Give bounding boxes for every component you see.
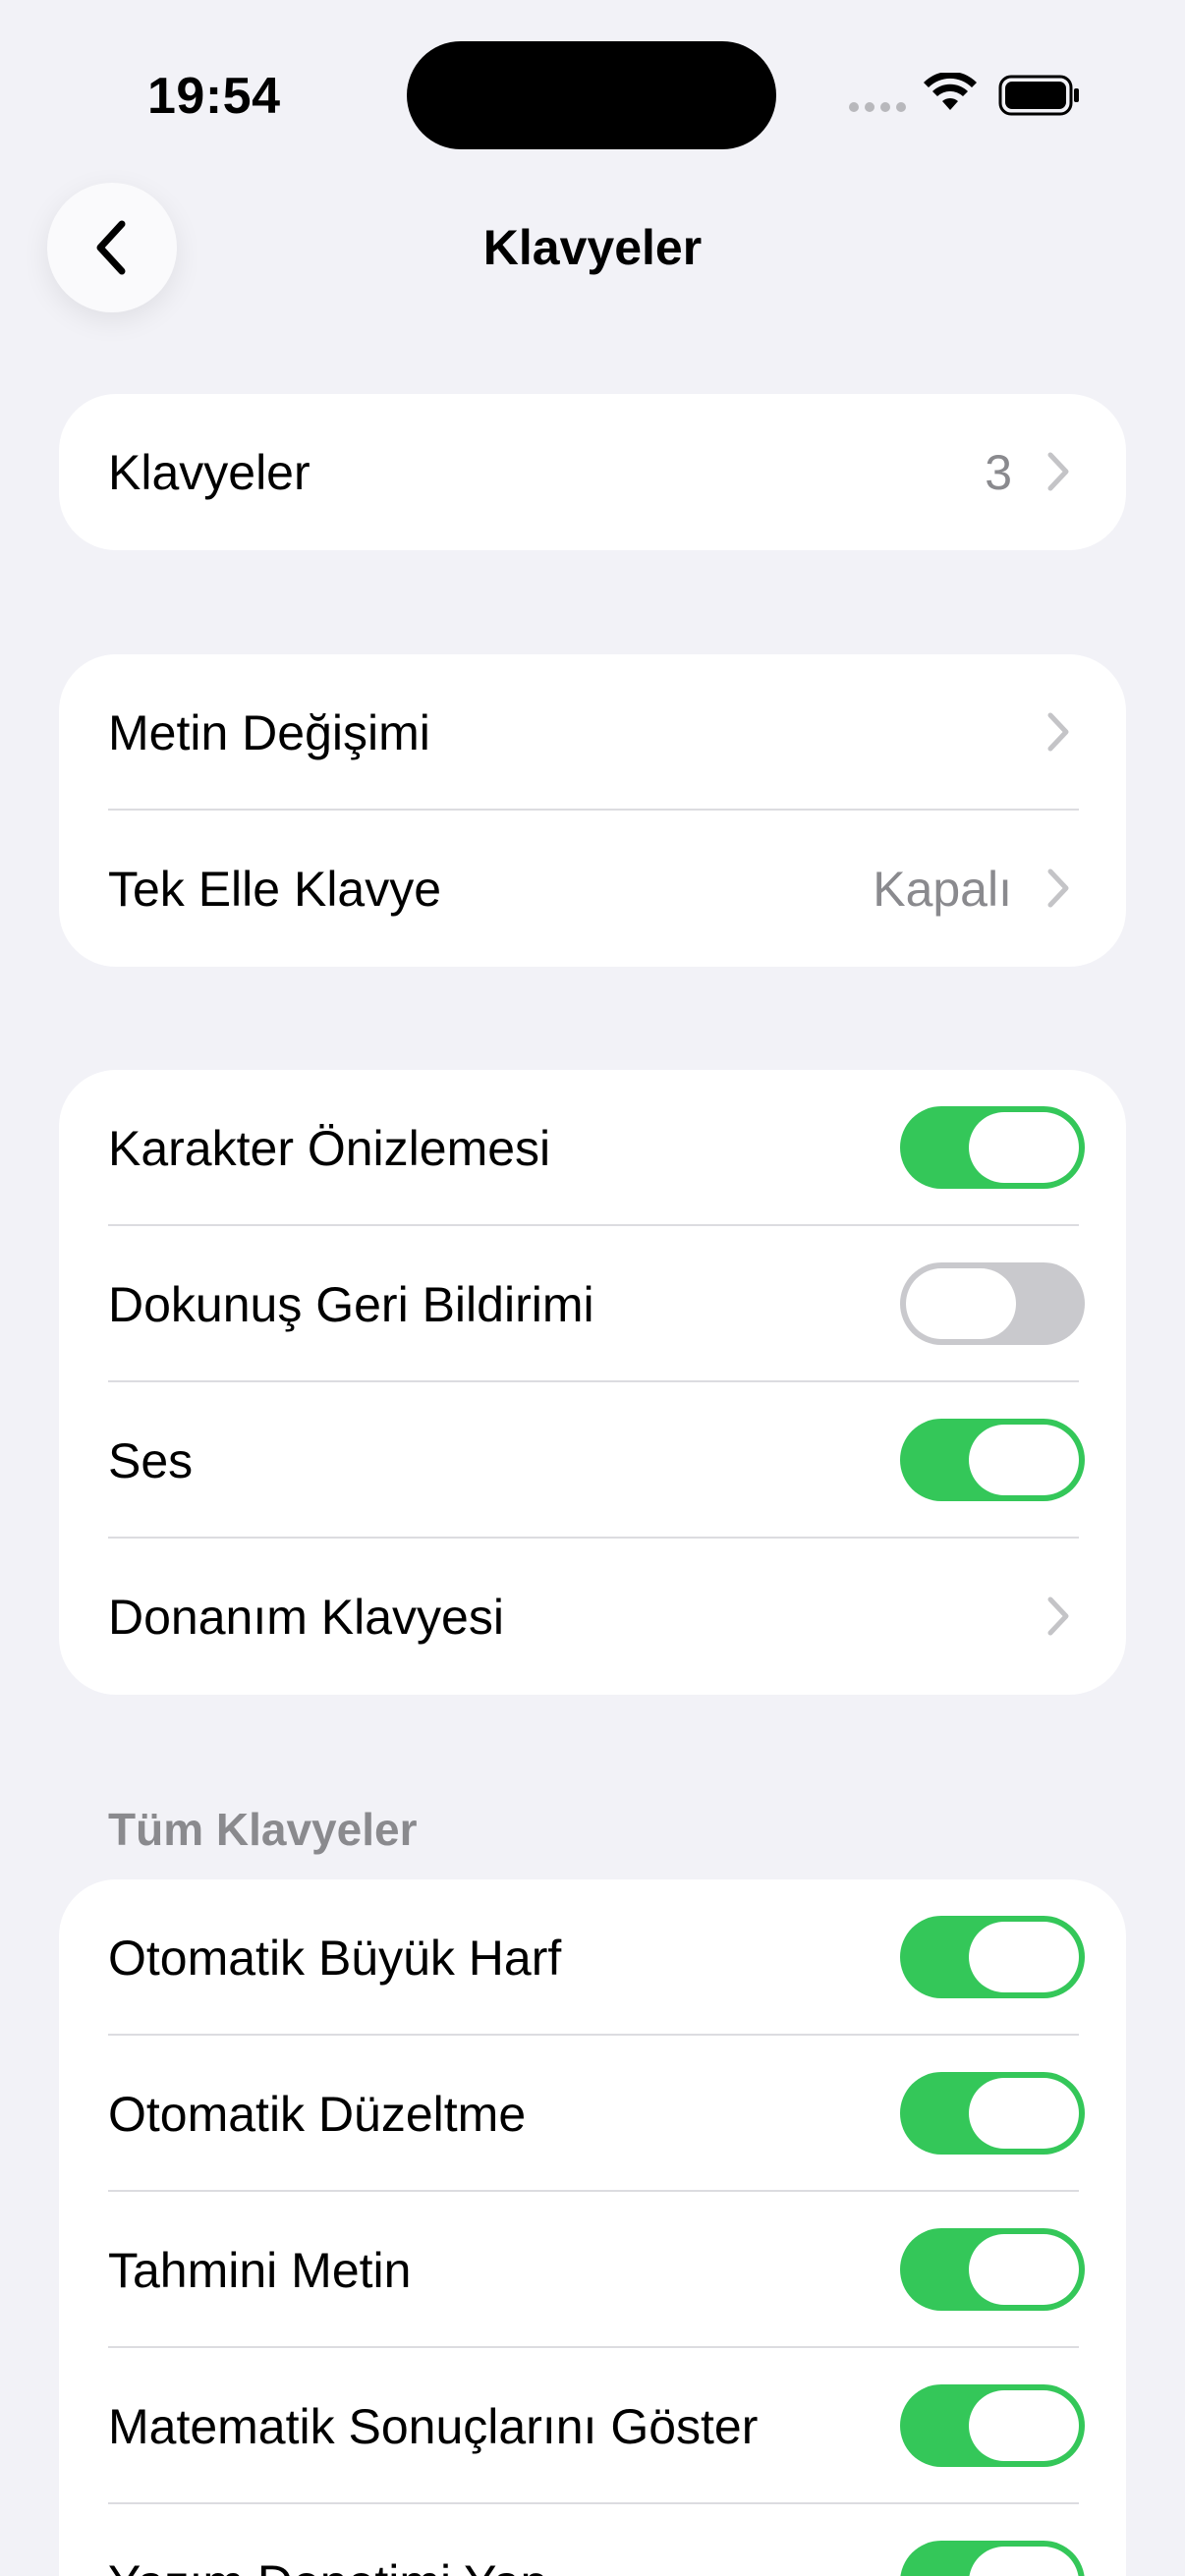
- row-label: Donanım Klavyesi: [108, 1589, 504, 1645]
- one-handed-keyboard-row[interactable]: Tek Elle Klavye Kapalı: [59, 811, 1126, 967]
- keyboards-group: Klavyeler 3: [59, 394, 1126, 550]
- text-options-group: Metin Değişimi Tek Elle Klavye Kapalı: [59, 654, 1126, 967]
- all-keyboards-group: Otomatik Büyük Harf Otomatik Düzeltme Ta…: [59, 1879, 1126, 2576]
- predictive-text-row: Tahmini Metin: [59, 2192, 1126, 2348]
- keyboards-count: 3: [985, 444, 1012, 500]
- auto-correction-row: Otomatik Düzeltme: [59, 2036, 1126, 2192]
- row-label: Otomatik Büyük Harf: [108, 1930, 562, 1986]
- status-time: 19:54: [147, 68, 281, 125]
- spell-check-toggle[interactable]: [900, 2541, 1085, 2576]
- row-label: Yazım Denetimi Yap: [108, 2553, 547, 2576]
- row-label: Ses: [108, 1432, 194, 1488]
- dynamic-island: [407, 41, 776, 149]
- character-preview-row: Karakter Önizlemesi: [59, 1070, 1126, 1226]
- sound-row: Ses: [59, 1382, 1126, 1539]
- chevron-right-icon: [1047, 1596, 1069, 1636]
- chevron-right-icon: [1047, 868, 1069, 908]
- haptic-feedback-row: Dokunuş Geri Bildirimi: [59, 1226, 1126, 1382]
- feedback-group: Karakter Önizlemesi Dokunuş Geri Bildiri…: [59, 1070, 1126, 1695]
- keyboards-row[interactable]: Klavyeler 3: [59, 394, 1126, 550]
- text-replacement-row[interactable]: Metin Değişimi: [59, 654, 1126, 811]
- status-bar: 19:54: [0, 0, 1185, 187]
- row-label: Metin Değişimi: [108, 704, 430, 760]
- cellular-signal-icon: [849, 102, 906, 112]
- row-label: Otomatik Düzeltme: [108, 2086, 527, 2142]
- chevron-right-icon: [1047, 712, 1069, 752]
- all-keyboards-header: Tüm Klavyeler: [108, 1804, 418, 1855]
- row-label: Matematik Sonuçlarını Göster: [108, 2398, 759, 2454]
- row-label: Tek Elle Klavye: [108, 861, 442, 917]
- character-preview-toggle[interactable]: [900, 1106, 1085, 1189]
- page-title: Klavyeler: [482, 220, 703, 275]
- spell-check-row: Yazım Denetimi Yap: [59, 2504, 1126, 2576]
- row-label: Tahmini Metin: [108, 2242, 412, 2298]
- hardware-keyboard-row[interactable]: Donanım Klavyesi: [59, 1539, 1126, 1695]
- one-handed-keyboard-value: Kapalı: [873, 861, 1012, 917]
- wifi-icon: [924, 73, 977, 110]
- auto-capitalization-toggle[interactable]: [900, 1916, 1085, 1998]
- auto-capitalization-row: Otomatik Büyük Harf: [59, 1879, 1126, 2036]
- math-results-toggle[interactable]: [900, 2384, 1085, 2467]
- sound-toggle[interactable]: [900, 1419, 1085, 1501]
- row-label: Klavyeler: [108, 444, 310, 500]
- chevron-right-icon: [1047, 452, 1069, 491]
- row-label: Dokunuş Geri Bildirimi: [108, 1276, 594, 1332]
- math-results-row: Matematik Sonuçlarını Göster: [59, 2348, 1126, 2504]
- haptic-feedback-toggle[interactable]: [900, 1262, 1085, 1345]
- row-label: Karakter Önizlemesi: [108, 1120, 551, 1176]
- predictive-text-toggle[interactable]: [900, 2228, 1085, 2311]
- auto-correction-toggle[interactable]: [900, 2072, 1085, 2155]
- battery-icon: [998, 75, 1079, 116]
